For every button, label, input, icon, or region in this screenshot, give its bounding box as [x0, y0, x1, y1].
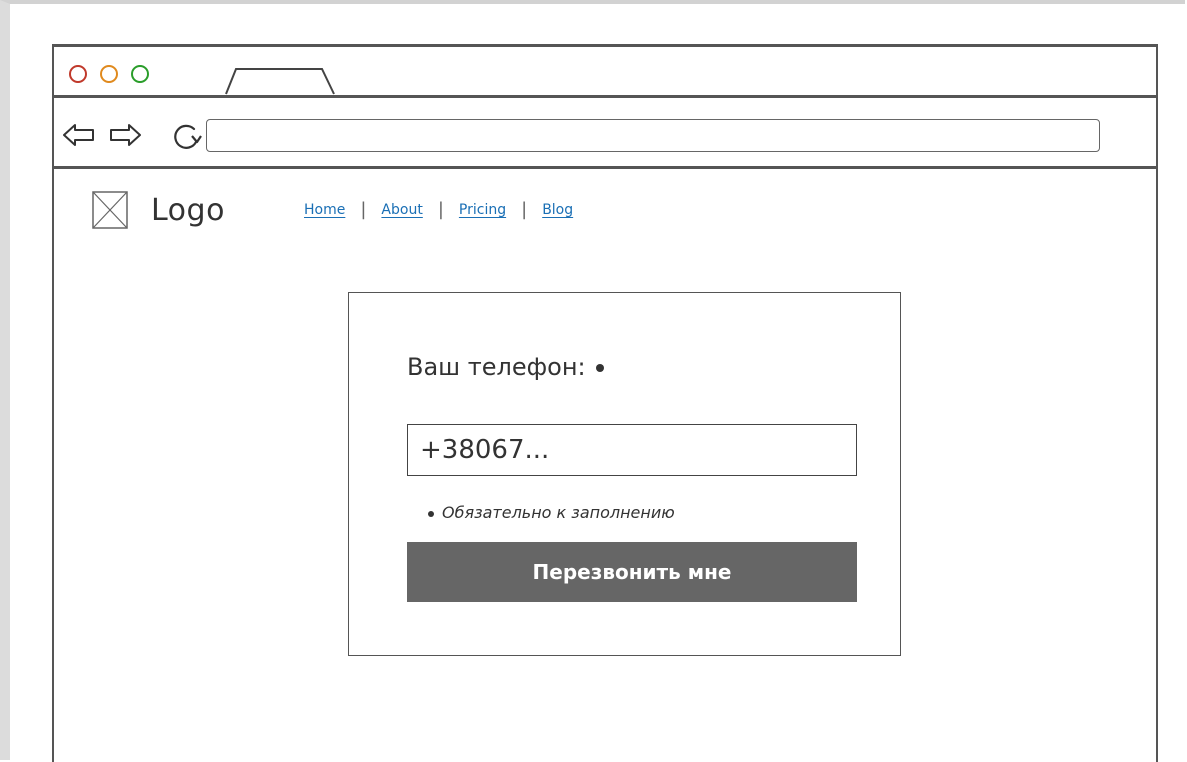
required-hint-row: Обязательно к заполнению	[428, 503, 675, 522]
main-nav: Home | About | Pricing | Blog	[304, 199, 573, 220]
logo-text: Logo	[151, 193, 225, 228]
nav-link-home[interactable]: Home	[304, 202, 345, 218]
image-placeholder-icon	[92, 191, 128, 229]
minimize-window-button[interactable]	[100, 65, 118, 83]
canvas: Logo Home | About | Pricing | Blog Ваш т…	[0, 0, 1187, 762]
nav-separator: |	[437, 199, 444, 220]
site-header: Logo Home | About | Pricing | Blog	[54, 169, 1156, 239]
close-window-button[interactable]	[69, 65, 87, 83]
callback-form: Ваш телефон: Обязательно к заполнению Пе…	[348, 292, 901, 656]
forward-arrow-icon[interactable]	[108, 122, 142, 148]
phone-label-row: Ваш телефон:	[407, 353, 604, 381]
browser-window: Logo Home | About | Pricing | Blog Ваш т…	[52, 44, 1158, 762]
back-arrow-icon[interactable]	[62, 122, 96, 148]
phone-label: Ваш телефон:	[407, 353, 586, 381]
nav-separator: |	[360, 199, 367, 220]
phone-input[interactable]	[407, 424, 857, 476]
nav-link-about[interactable]: About	[381, 202, 422, 218]
browser-toolbar	[54, 98, 1156, 169]
nav-separator: |	[521, 199, 528, 220]
browser-tab[interactable]	[224, 67, 336, 95]
required-marker	[595, 364, 604, 372]
hint-bullet	[428, 510, 434, 517]
browser-titlebar	[54, 47, 1156, 98]
address-bar-input[interactable]	[206, 119, 1100, 152]
nav-link-blog[interactable]: Blog	[542, 202, 573, 218]
reload-icon[interactable]	[170, 120, 204, 152]
required-hint: Обязательно к заполнению	[442, 503, 675, 522]
nav-link-pricing[interactable]: Pricing	[459, 202, 506, 218]
maximize-window-button[interactable]	[131, 65, 149, 83]
callback-button[interactable]: Перезвонить мне	[407, 542, 857, 602]
